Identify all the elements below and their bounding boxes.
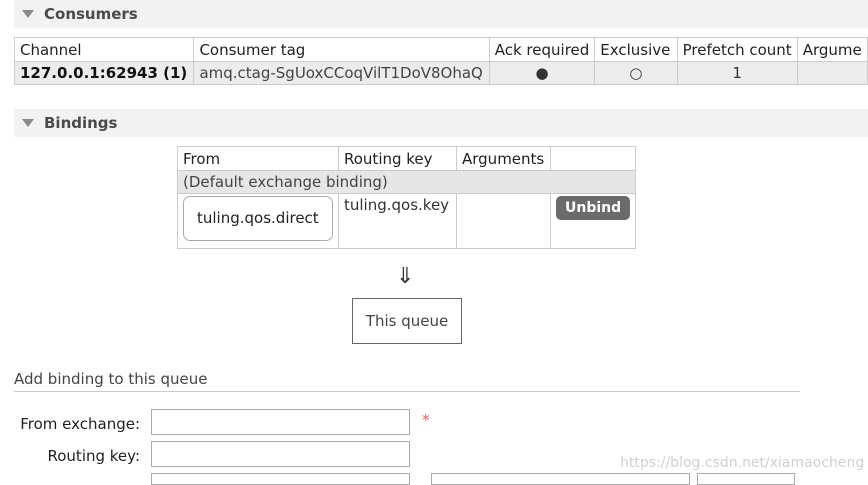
watermark: https://blog.csdn.net/xiamaocheng [620, 455, 865, 471]
unbind-button[interactable]: Unbind [556, 196, 631, 220]
ack-required-indicator: ● [488, 61, 596, 85]
consumers-section-header[interactable]: Consumers [14, 0, 868, 28]
binding-arguments [456, 193, 551, 249]
collapse-triangle-icon[interactable] [22, 10, 34, 18]
col-binding-arguments: Arguments [456, 146, 551, 171]
col-prefetch-count: Prefetch count [676, 37, 798, 62]
arguments-value-input[interactable] [431, 473, 690, 485]
table-row: 127.0.0.1:62943 (1) amq.ctag-SgUoxCCoqVi… [13, 61, 868, 85]
consumer-tag: amq.ctag-SgUoxCCoqVilT1DoV8OhaQ [193, 61, 490, 85]
consumers-title: Consumers [44, 5, 138, 23]
col-channel: Channel [13, 37, 195, 62]
consumers-header-row: Channel Consumer tag Ack required Exclus… [13, 37, 868, 62]
prefetch-count: 1 [676, 61, 798, 85]
add-binding-title: Add binding to this queue [14, 370, 800, 392]
consumers-table: Channel Consumer tag Ack required Exclus… [13, 37, 868, 85]
this-queue-label: This queue [365, 312, 449, 330]
binding-routing-key: tuling.qos.key [338, 193, 457, 249]
col-routing-key: Routing key [338, 146, 457, 171]
bindings-header-row: From Routing key Arguments [177, 146, 637, 171]
exchange-link[interactable]: tuling.qos.direct [183, 196, 333, 241]
this-queue-box: This queue [352, 298, 462, 344]
from-exchange-input[interactable] [151, 409, 410, 435]
routing-key-input[interactable] [151, 441, 410, 467]
arguments-key-input[interactable] [151, 473, 410, 485]
table-row: tuling.qos.direct tuling.qos.key Unbind [177, 193, 637, 249]
col-exclusive: Exclusive [594, 37, 678, 62]
exclusive-indicator: ○ [594, 61, 678, 85]
bindings-table: From Routing key Arguments (Default exch… [176, 146, 637, 249]
col-from: From [177, 146, 339, 171]
default-binding-label: (Default exchange binding) [176, 170, 637, 194]
col-ack-required: Ack required [488, 37, 596, 62]
default-binding-row: (Default exchange binding) [176, 170, 637, 194]
routing-key-label: Routing key: [47, 447, 141, 465]
channel-link[interactable]: 127.0.0.1:62943 (1) [13, 61, 195, 85]
col-consumer-tag: Consumer tag [193, 37, 490, 62]
bindings-title: Bindings [44, 114, 118, 132]
consumer-arguments [796, 61, 868, 85]
collapse-triangle-icon[interactable] [22, 119, 34, 127]
down-arrow-icon: ⇓ [396, 264, 415, 289]
from-exchange-label: From exchange: [20, 415, 140, 433]
col-arguments: Argume [796, 37, 868, 62]
col-actions [549, 146, 637, 171]
bindings-section-header[interactable]: Bindings [14, 109, 868, 137]
required-mark: * [422, 411, 430, 429]
arguments-type-select[interactable] [697, 473, 795, 485]
